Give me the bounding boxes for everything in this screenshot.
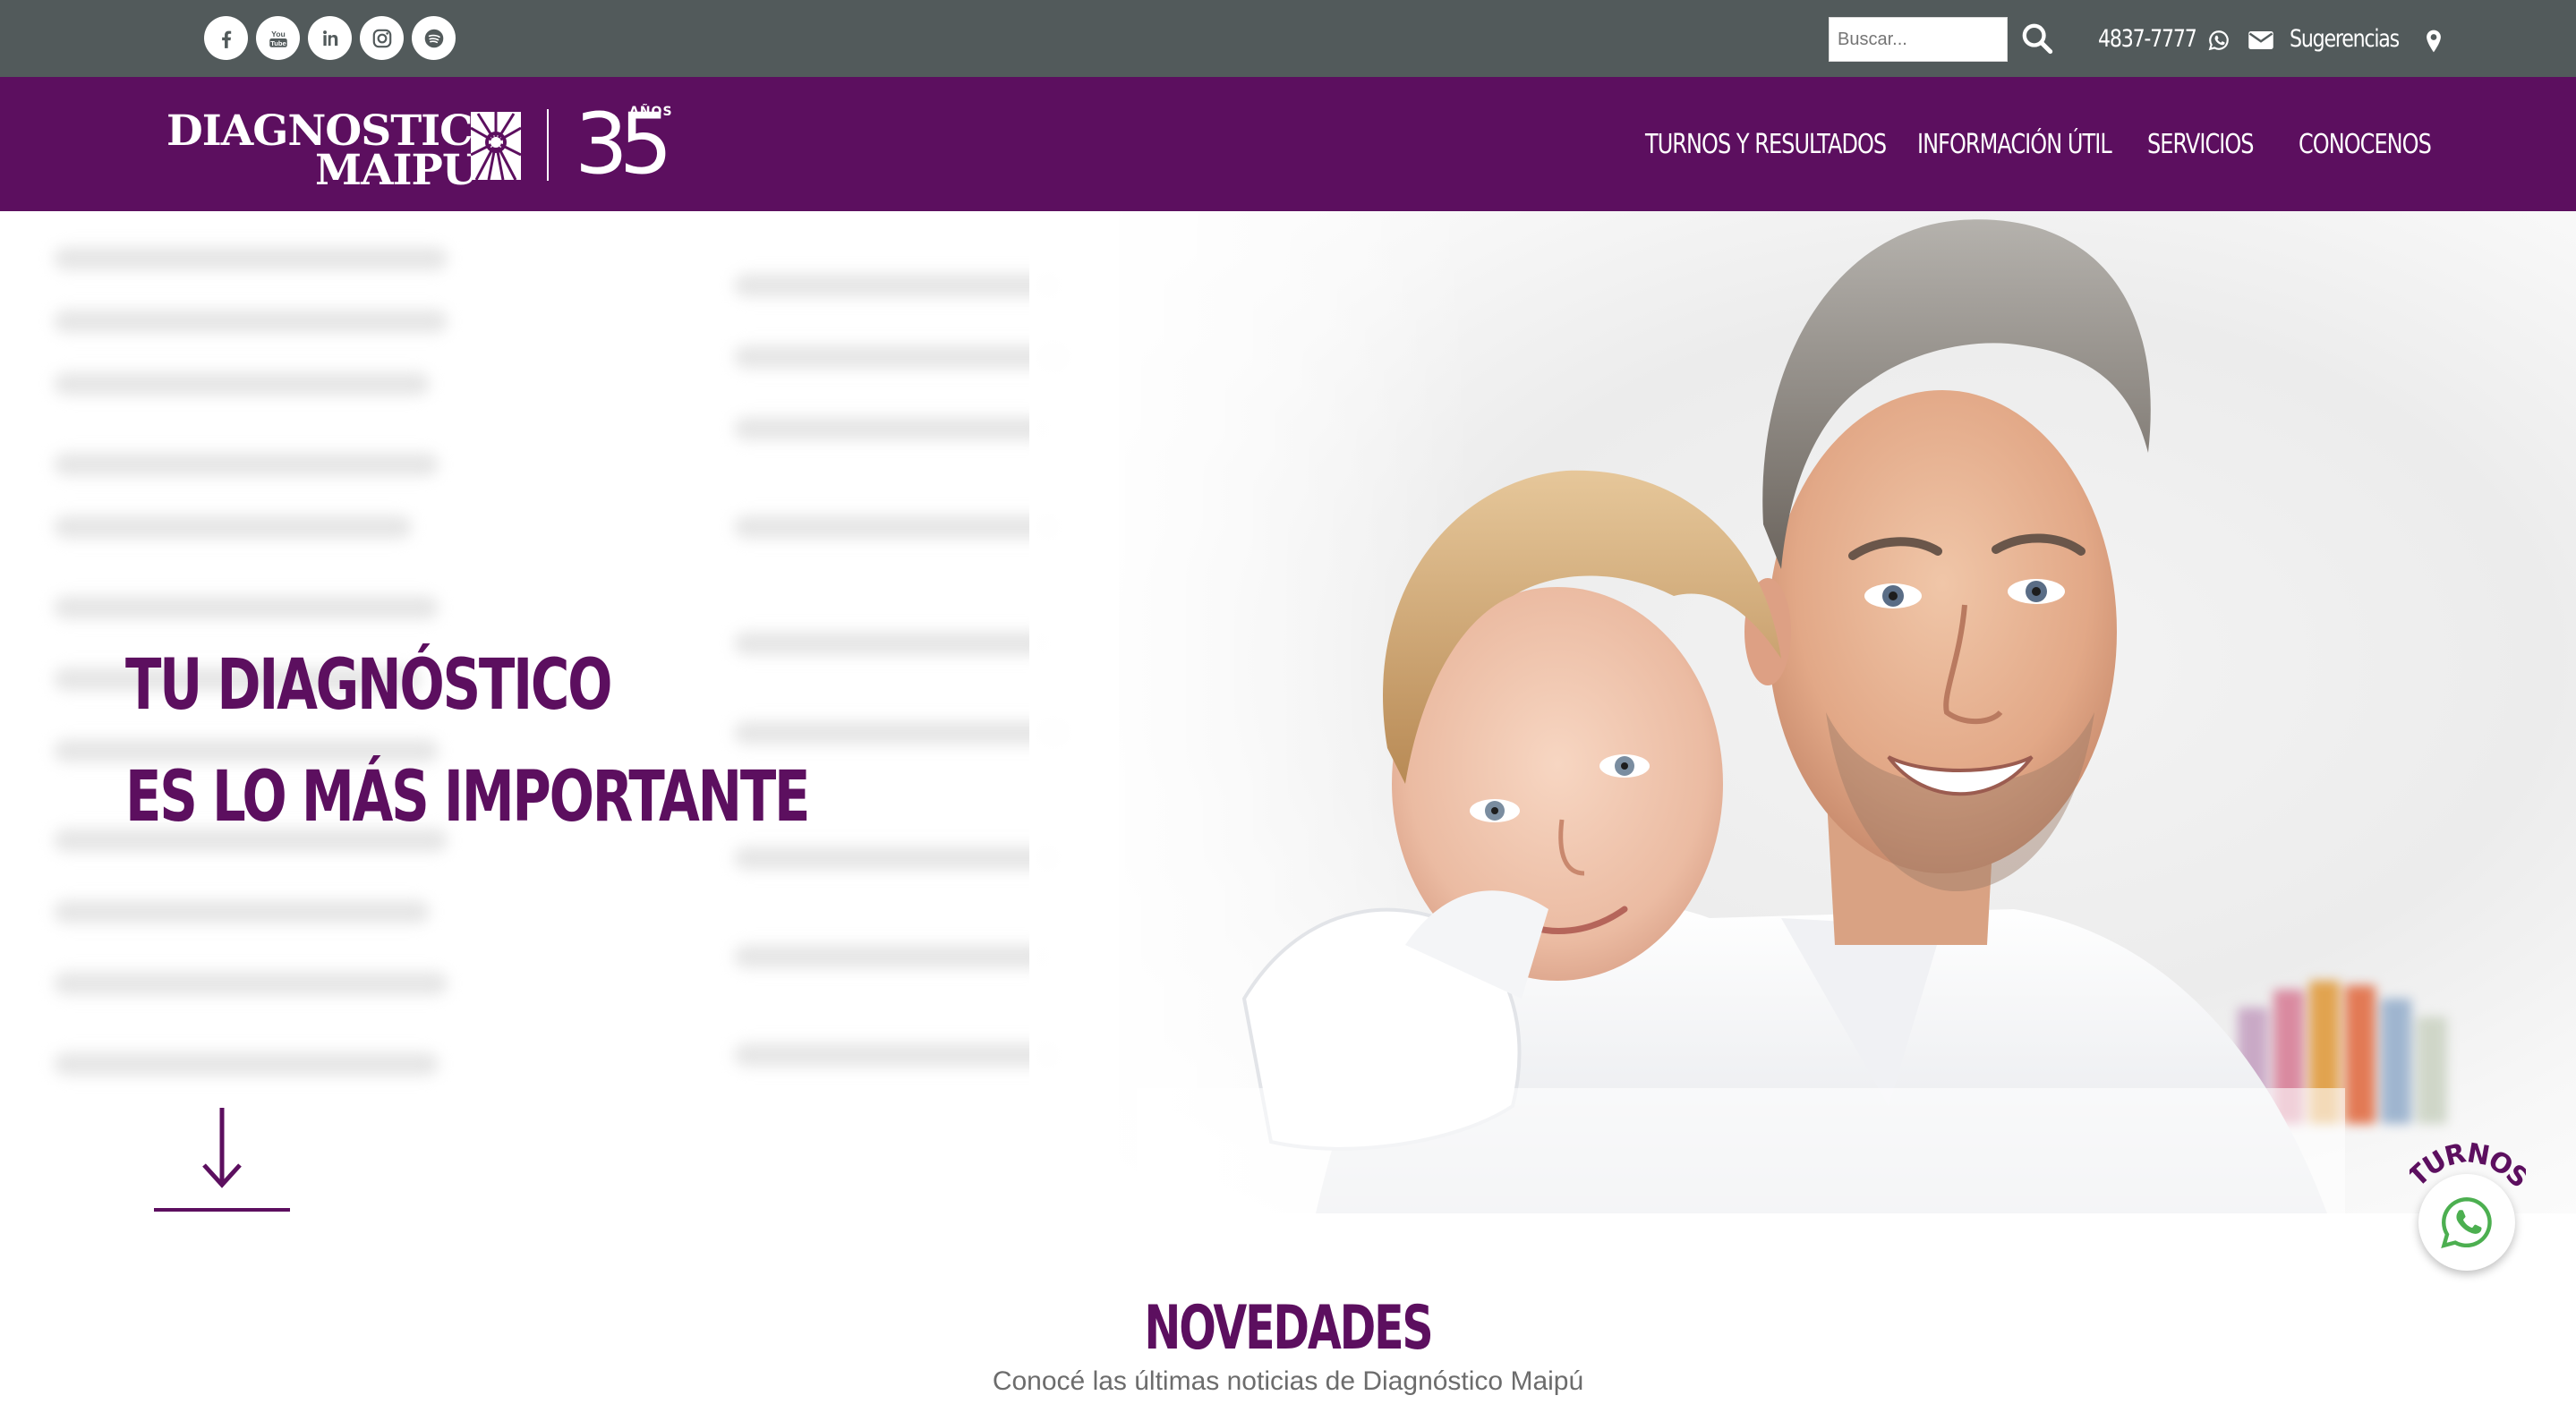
news-section-title-text: NOVEDADES [1144,1293,1433,1364]
whatsapp-icon [2208,30,2229,51]
suggestions-link[interactable]: Sugerencias [2290,23,2400,55]
site-logo[interactable]: DIAGNOSTICO MAIPU 35 AÑOS [166,100,677,195]
nav-informacion-util[interactable]: INFORMACIÓN ÚTIL [1917,123,2112,167]
linkedin-link[interactable] [308,16,352,60]
news-section-title: NOVEDADES [0,1293,2576,1365]
hero-headline-line1: TU DIAGNÓSTICO [125,645,612,726]
father-and-son-photo [1137,219,2345,1213]
location-link[interactable] [2423,27,2444,55]
search-button[interactable] [2017,18,2058,59]
instagram-icon [372,29,391,47]
logo-divider [547,109,549,181]
search-icon [2022,23,2053,55]
svg-text:Tube: Tube [270,38,286,47]
facebook-icon [221,30,231,48]
whatsapp-turnos-button[interactable]: TURNOS [2410,1136,2526,1280]
main-header: DIAGNOSTICO MAIPU 35 AÑOS TURNOS Y RESUL… [0,77,2576,211]
scroll-down-arrow-icon[interactable] [154,1108,290,1215]
email-link[interactable] [2247,27,2275,54]
hero-headline-line2: ES LO MÁS IMPORTANTE [125,757,811,838]
news-section-subtitle: Conocé las últimas noticias de Diagnósti… [992,1366,1584,1396]
hero-banner: TU DIAGNÓSTICO ES LO MÁS IMPORTANTE [0,211,2576,1213]
nav-servicios[interactable]: SERVICIOS [2147,123,2255,167]
social-links: You Tube [204,16,456,60]
nav-turnos-resultados[interactable]: TURNOS Y RESULTADOS [1645,123,1887,167]
nav-conocenos[interactable]: CONOCENOS [2299,123,2432,167]
whatsapp-circle [2418,1174,2515,1271]
top-utility-bar: You Tube 4837-7777 Sugerencias [0,0,2576,77]
svg-text:You: You [271,29,286,38]
hero-headline: TU DIAGNÓSTICO ES LO MÁS IMPORTANTE [125,630,811,854]
envelope-icon [2248,31,2273,49]
logo-sunburst-icon [471,112,521,180]
youtube-icon: You Tube [269,29,287,47]
instagram-link[interactable] [360,16,404,60]
youtube-link[interactable]: You Tube [256,16,300,60]
search-input[interactable] [1829,17,2008,62]
linkedin-icon [322,30,337,46]
anniversary-label: AÑOS [629,105,673,119]
whatsapp-small-link[interactable] [2205,27,2232,54]
facebook-link[interactable] [204,16,248,60]
phone-link[interactable]: 4837-7777 [2098,23,2197,55]
map-pin-icon [2427,30,2441,53]
logo-wordmark-line2: MAIPU [315,146,479,195]
spotify-icon [424,29,443,47]
whatsapp-icon [2441,1196,2492,1248]
spotify-link[interactable] [412,16,456,60]
